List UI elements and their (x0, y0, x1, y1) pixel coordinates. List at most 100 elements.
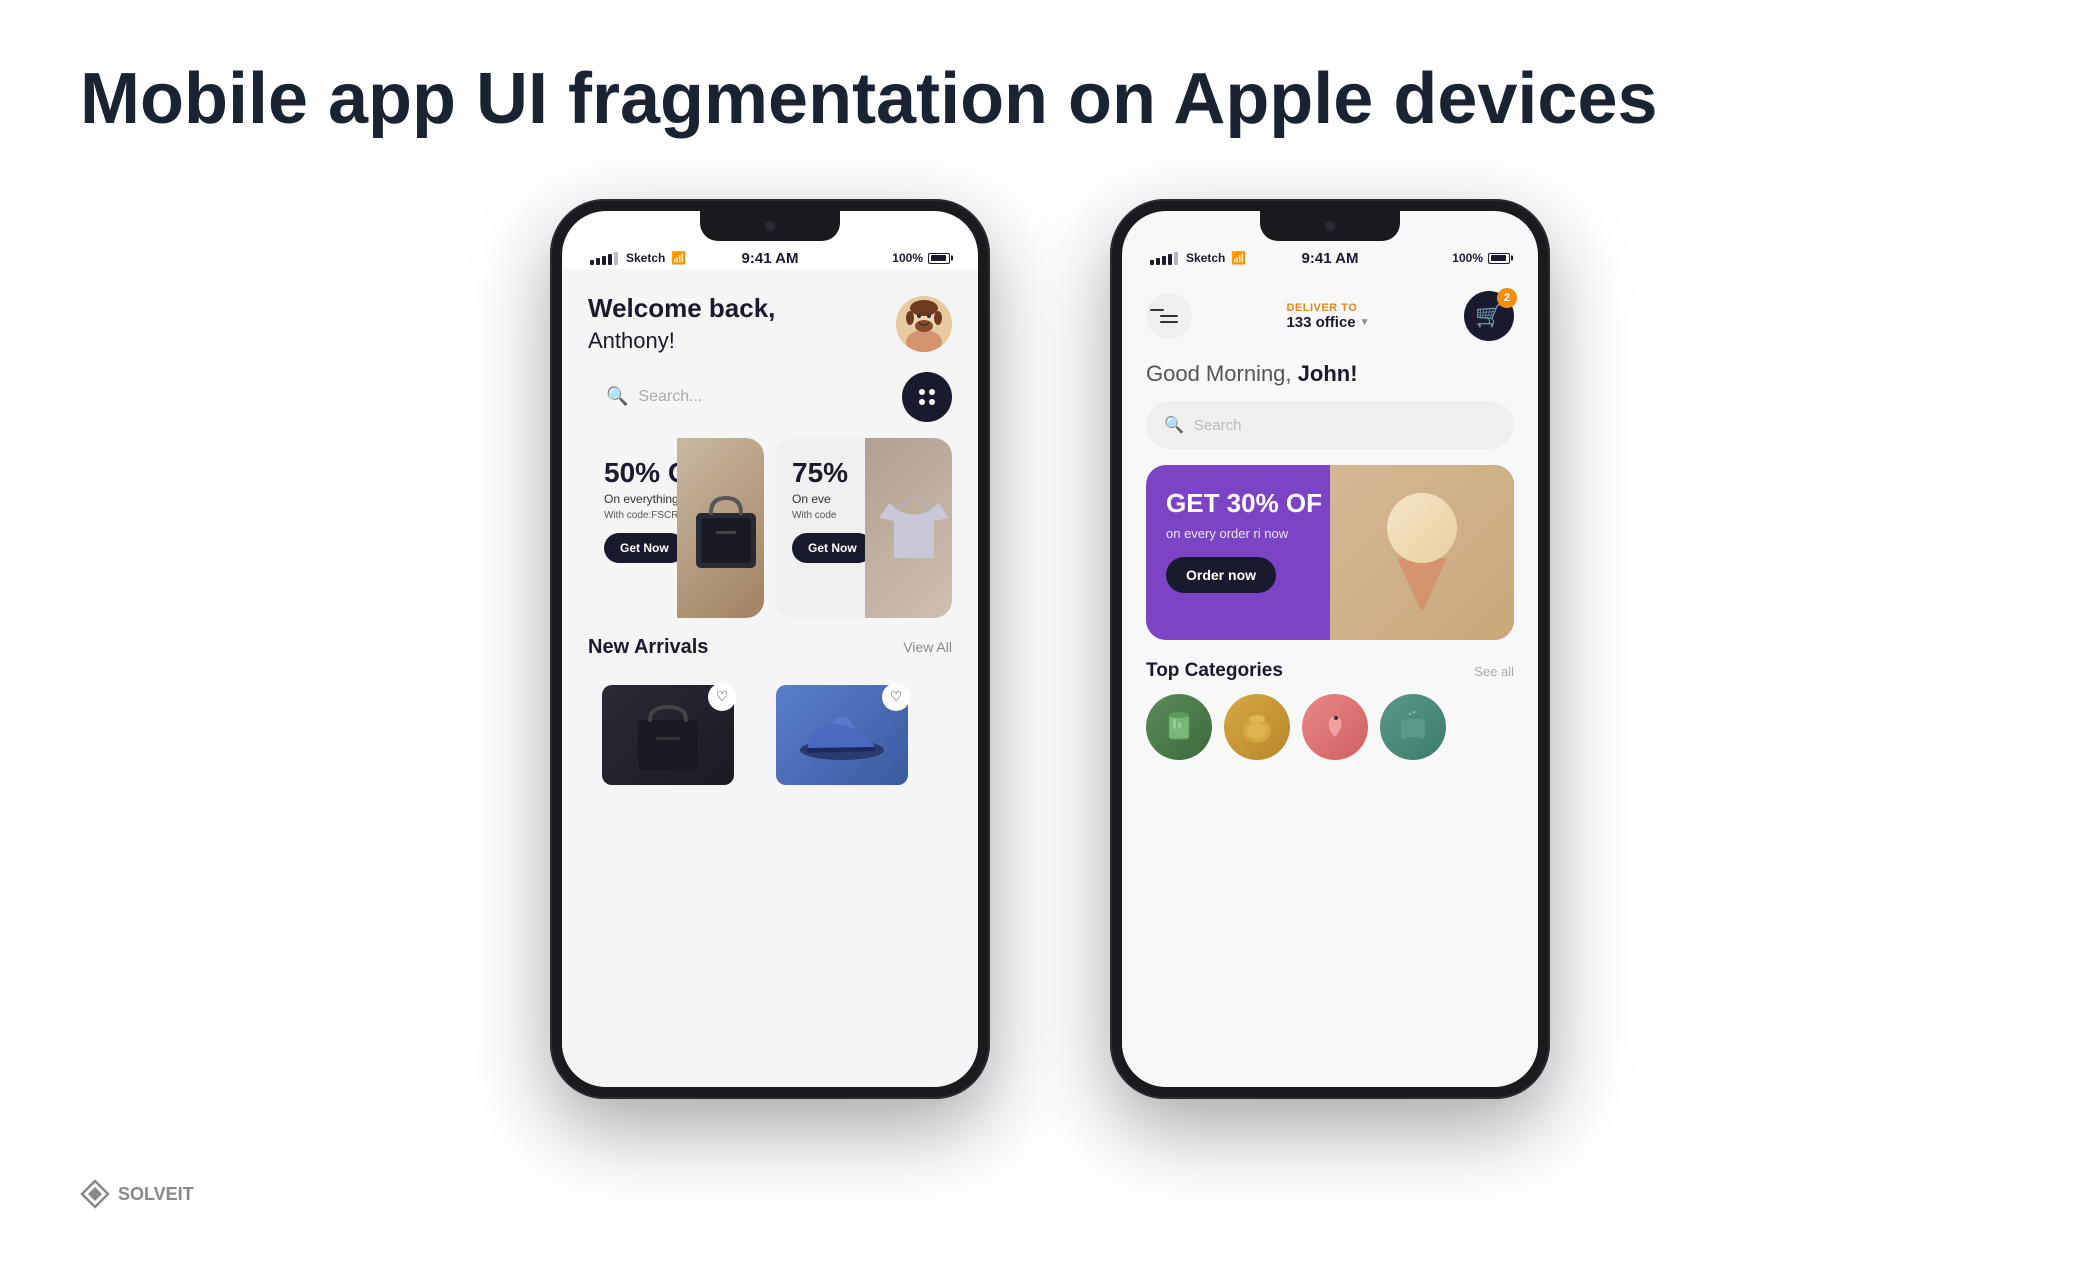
category-honey-icon (1224, 694, 1290, 760)
menu-dots-icon (919, 389, 935, 405)
status-right-2: 100% (1452, 251, 1510, 265)
phone-2-header: DELIVER TO 133 office ▼ 🛒 2 (1122, 277, 1538, 353)
phone-2: Sketch 📶 9:41 AM 100% (1110, 199, 1550, 1099)
fav-btn-bag[interactable]: ♡ (708, 683, 736, 711)
status-right: 100% (892, 251, 950, 265)
banner-1-image (677, 438, 764, 618)
hamburger-button[interactable] (1146, 293, 1192, 339)
ice-cream-illustration (1387, 493, 1457, 613)
promo-banner: GET 30% OF on every order ri now Order n… (1146, 465, 1514, 640)
category-tea[interactable] (1380, 694, 1446, 760)
banner-2-cta[interactable]: Get Now (792, 533, 873, 563)
avatar-svg (896, 296, 952, 352)
cart-icon: 🛒 (1475, 303, 1502, 329)
battery-body-2 (1488, 253, 1510, 264)
phone-2-notch (1260, 211, 1400, 241)
battery-percent: 100% (892, 251, 923, 265)
greeting-line2: Anthony! (588, 328, 675, 353)
search-icon: 🔍 (606, 386, 628, 407)
shoe-svg (797, 705, 887, 765)
status-time: 9:41 AM (742, 250, 799, 267)
cart-badge: 2 (1497, 288, 1517, 308)
battery-fill-2 (1491, 255, 1506, 261)
category-seafood[interactable] (1302, 694, 1368, 760)
phone-1-status-bar: Sketch 📶 9:41 AM 100% (562, 239, 978, 269)
search-placeholder-2: Search (1194, 417, 1242, 434)
banner-2-image (865, 438, 952, 618)
phone-1-camera (765, 221, 775, 231)
search-placeholder-1: Search... (638, 388, 702, 406)
banners-row: 50% Off On everything today With code:FS… (562, 438, 978, 618)
page-title: Mobile app UI fragmentation on Apple dev… (0, 0, 2100, 179)
category-drinks-icon (1146, 694, 1212, 760)
wifi-icon-2: 📶 (1231, 251, 1246, 265)
phone-1-screen: Sketch 📶 9:41 AM 100% (562, 211, 978, 1087)
phone-1-content: Welcome back, Anthony! (562, 269, 978, 1087)
view-all-link[interactable]: View All (903, 639, 952, 655)
phone-2-status-bar: Sketch 📶 9:41 AM 100% (1122, 239, 1538, 269)
signal-bars-2 (1150, 252, 1178, 265)
category-drinks[interactable] (1146, 694, 1212, 760)
battery-body (928, 253, 950, 264)
solveit-logo: SOLVEIT (80, 1179, 194, 1209)
user-avatar[interactable] (896, 296, 952, 352)
phones-container: Sketch 📶 9:41 AM 100% (0, 179, 2100, 1099)
battery-icon (928, 253, 950, 264)
fav-btn-shoe[interactable]: ♡ (882, 683, 910, 711)
deliver-to-address[interactable]: 133 office ▼ (1286, 314, 1369, 331)
order-now-btn[interactable]: Order now (1166, 557, 1276, 593)
new-arrivals-title: New Arrivals (588, 636, 708, 659)
battery-percent-2: 100% (1452, 251, 1483, 265)
honey-svg (1237, 707, 1277, 747)
chevron-down-icon: ▼ (1360, 317, 1370, 328)
greeting-line1: Welcome back, (588, 293, 775, 324)
menu-button[interactable] (902, 372, 952, 422)
shrimp-svg (1315, 707, 1355, 747)
battery-icon-2 (1488, 253, 1510, 264)
phone-1-notch (700, 211, 840, 241)
product-shoe: ♡ (762, 671, 922, 807)
logo-icon (80, 1179, 110, 1209)
ice-cream-scoop (1387, 493, 1457, 563)
search-icon-2: 🔍 (1164, 415, 1184, 435)
signal-bars (590, 252, 618, 265)
category-honey[interactable] (1224, 694, 1290, 760)
carrier-name-2: Sketch (1186, 251, 1225, 265)
tea-svg (1393, 707, 1433, 747)
phone-2-content: DELIVER TO 133 office ▼ 🛒 2 Good Morning… (1122, 269, 1538, 1087)
promo-image (1330, 465, 1514, 640)
status-time-2: 9:41 AM (1302, 250, 1359, 267)
clothing-svg (874, 483, 952, 573)
drinks-svg (1159, 707, 1199, 747)
greeting-name: John! (1298, 361, 1358, 386)
battery-fill (931, 255, 946, 261)
phone-1: Sketch 📶 9:41 AM 100% (550, 199, 990, 1099)
phone-1-signal: Sketch 📶 (590, 251, 686, 265)
phone-1-header: Welcome back, Anthony! (562, 277, 978, 367)
category-seafood-icon (1302, 694, 1368, 760)
ice-cream-cone (1397, 558, 1447, 613)
new-arrivals-header: New Arrivals View All (562, 618, 978, 671)
search-bar-1[interactable]: 🔍 Search... (588, 372, 890, 422)
categories-row (1122, 694, 1538, 760)
categories-section-header: Top Categories See all (1122, 658, 1538, 694)
hamburger-line (1150, 309, 1164, 311)
banner-1-cta[interactable]: Get Now (604, 533, 685, 563)
phone-2-screen: Sketch 📶 9:41 AM 100% (1122, 211, 1538, 1087)
cart-button[interactable]: 🛒 2 (1464, 291, 1514, 341)
phone-1-greeting: Welcome back, Anthony! (588, 293, 775, 355)
phone-2-signal: Sketch 📶 (1150, 251, 1246, 265)
search-bar-2[interactable]: 🔍 Search (1146, 401, 1514, 449)
banner-card-1: 50% Off On everything today With code:FS… (588, 438, 764, 618)
deliver-to-label: DELIVER TO (1286, 302, 1369, 314)
phone-1-search-row: 🔍 Search... (562, 368, 978, 438)
greeting-prefix: Good Morning, (1146, 361, 1298, 386)
carrier-name: Sketch (626, 251, 665, 265)
bag-svg (686, 483, 764, 573)
phone-2-camera (1325, 221, 1335, 231)
see-all-link[interactable]: See all (1474, 664, 1514, 679)
banner-card-2: 75% On eve With code Get Now (776, 438, 952, 618)
bag-small-svg (628, 695, 708, 775)
deliver-to-block: DELIVER TO 133 office ▼ (1286, 302, 1369, 331)
address-text: 133 office (1286, 314, 1355, 331)
